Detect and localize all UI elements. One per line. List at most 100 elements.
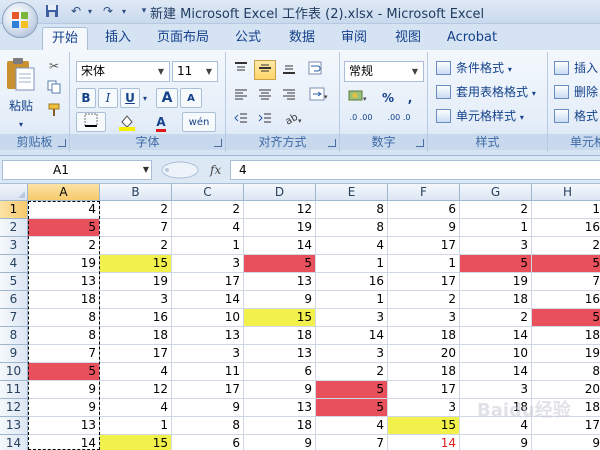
cell-c7[interactable]: 10 <box>172 309 244 327</box>
underline-dropdown-icon[interactable]: ▾ <box>140 88 150 108</box>
column-header-h[interactable]: H <box>532 184 600 201</box>
cell-h3[interactable]: 2 <box>532 237 600 255</box>
cell-d10[interactable]: 6 <box>244 363 316 381</box>
cell-c5[interactable]: 17 <box>172 273 244 291</box>
cell-a3[interactable]: 2 <box>28 237 100 255</box>
tab-data[interactable]: 数据 <box>280 27 324 50</box>
select-all-corner[interactable] <box>0 184 28 201</box>
cell-g5[interactable]: 19 <box>460 273 532 291</box>
cell-f9[interactable]: 20 <box>388 345 460 363</box>
align-left-button[interactable] <box>230 86 252 106</box>
italic-button[interactable]: I <box>98 88 118 108</box>
copy-icon[interactable] <box>44 79 64 99</box>
cell-f1[interactable]: 6 <box>388 201 460 219</box>
cell-e11[interactable]: 5 <box>316 381 388 399</box>
clipboard-launcher-icon[interactable] <box>58 139 66 147</box>
cell-b1[interactable]: 2 <box>100 201 172 219</box>
cell-e3[interactable]: 4 <box>316 237 388 255</box>
cell-g8[interactable]: 14 <box>460 327 532 345</box>
formula-input[interactable]: 4 <box>230 160 600 180</box>
cell-f3[interactable]: 17 <box>388 237 460 255</box>
row-header-10[interactable]: 10 <box>0 363 28 381</box>
cell-e9[interactable]: 3 <box>316 345 388 363</box>
cell-a8[interactable]: 8 <box>28 327 100 345</box>
cell-c6[interactable]: 14 <box>172 291 244 309</box>
row-header-2[interactable]: 2 <box>0 219 28 237</box>
cell-a6[interactable]: 18 <box>28 291 100 309</box>
cell-f7[interactable]: 3 <box>388 309 460 327</box>
cell-e14[interactable]: 7 <box>316 435 388 450</box>
row-header-7[interactable]: 7 <box>0 309 28 327</box>
tab-review[interactable]: 审阅 <box>332 27 376 50</box>
align-center-button[interactable] <box>254 86 276 106</box>
cell-c11[interactable]: 17 <box>172 381 244 399</box>
chevron-down-icon[interactable]: ▼ <box>143 161 149 179</box>
cell-e6[interactable]: 1 <box>316 291 388 309</box>
paste-button[interactable]: 粘贴 <box>4 96 38 116</box>
number-format-combo[interactable]: 常规 ▼ <box>344 61 424 82</box>
font-launcher-icon[interactable] <box>214 139 222 147</box>
insert-function-button[interactable]: fx <box>210 160 228 180</box>
merge-center-button[interactable]: ▾ <box>304 86 334 106</box>
row-header-14[interactable]: 14 <box>0 435 28 450</box>
row-header-8[interactable]: 8 <box>0 327 28 345</box>
cell-g3[interactable]: 3 <box>460 237 532 255</box>
underline-button[interactable]: U <box>120 88 140 108</box>
column-header-a[interactable]: A <box>28 184 100 201</box>
cell-b3[interactable]: 2 <box>100 237 172 255</box>
cell-d6[interactable]: 9 <box>244 291 316 309</box>
phonetic-button[interactable]: wén <box>182 112 216 132</box>
cell-a2[interactable]: 5 <box>28 219 100 237</box>
cell-f14[interactable]: 14 <box>388 435 460 450</box>
fill-color-button[interactable] <box>112 112 142 132</box>
cell-g11[interactable]: 3 <box>460 381 532 399</box>
undo-dropdown-icon[interactable]: ▾ <box>82 4 98 19</box>
cell-h7[interactable]: 5 <box>532 309 600 327</box>
column-header-g[interactable]: G <box>460 184 532 201</box>
cell-h5[interactable]: 7 <box>532 273 600 291</box>
cell-e12[interactable]: 5 <box>316 399 388 417</box>
cell-a11[interactable]: 9 <box>28 381 100 399</box>
cell-h8[interactable]: 18 <box>532 327 600 345</box>
cell-d8[interactable]: 18 <box>244 327 316 345</box>
row-header-11[interactable]: 11 <box>0 381 28 399</box>
office-button[interactable] <box>2 2 38 38</box>
row-header-12[interactable]: 12 <box>0 399 28 417</box>
cell-d2[interactable]: 19 <box>244 219 316 237</box>
column-header-f[interactable]: F <box>388 184 460 201</box>
cell-c1[interactable]: 2 <box>172 201 244 219</box>
tab-home[interactable]: 开始 <box>42 27 88 50</box>
align-top-button[interactable] <box>230 60 252 80</box>
row-header-1[interactable]: 1 <box>0 201 28 219</box>
percent-button[interactable]: % <box>378 88 398 108</box>
cell-c14[interactable]: 6 <box>172 435 244 450</box>
row-header-6[interactable]: 6 <box>0 291 28 309</box>
delete-cells-button[interactable]: 删除 <box>552 82 598 102</box>
insert-cells-button[interactable]: 插入 <box>552 58 598 78</box>
cell-c13[interactable]: 8 <box>172 417 244 435</box>
column-header-e[interactable]: E <box>316 184 388 201</box>
cell-a4[interactable]: 19 <box>28 255 100 273</box>
currency-button[interactable]: ▾ <box>344 88 374 108</box>
cell-h12[interactable]: 18 <box>532 399 600 417</box>
tab-formulas[interactable]: 公式 <box>226 27 270 50</box>
align-right-button[interactable] <box>278 86 300 106</box>
column-header-c[interactable]: C <box>172 184 244 201</box>
cell-c9[interactable]: 3 <box>172 345 244 363</box>
formula-bar-splitter-icon[interactable] <box>158 161 218 179</box>
cell-b7[interactable]: 16 <box>100 309 172 327</box>
cell-a14[interactable]: 14 <box>28 435 100 450</box>
cell-e8[interactable]: 14 <box>316 327 388 345</box>
font-size-combo[interactable]: 11 ▼ <box>172 61 218 82</box>
save-icon[interactable] <box>44 4 60 19</box>
cell-f13[interactable]: 15 <box>388 417 460 435</box>
cell-d11[interactable]: 9 <box>244 381 316 399</box>
decrease-decimal-button[interactable]: .00 .0 <box>382 112 416 132</box>
cell-e1[interactable]: 8 <box>316 201 388 219</box>
cell-d7[interactable]: 15 <box>244 309 316 327</box>
cell-c10[interactable]: 11 <box>172 363 244 381</box>
cell-d1[interactable]: 12 <box>244 201 316 219</box>
redo-dropdown-icon[interactable]: ▾ <box>116 4 132 19</box>
cell-d12[interactable]: 13 <box>244 399 316 417</box>
align-bottom-button[interactable] <box>278 60 300 80</box>
